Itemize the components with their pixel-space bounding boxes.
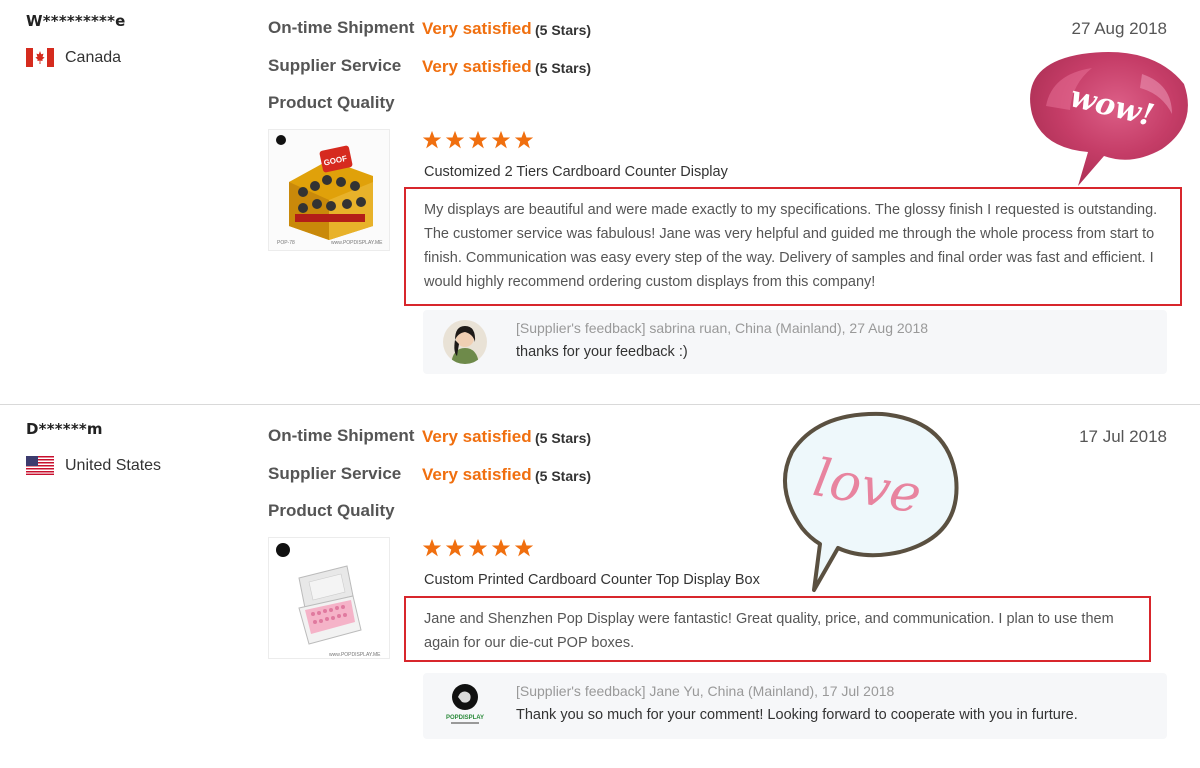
svg-text:www.POPDISPLAY.ME: www.POPDISPLAY.ME	[329, 652, 381, 658]
star-icon	[491, 130, 511, 149]
rating-stars-shipment: (5 Stars)	[535, 430, 592, 446]
rating-label-quality: Product Quality	[268, 501, 395, 520]
review-comment: Jane and Shenzhen Pop Display were fanta…	[404, 596, 1151, 662]
star-icon	[491, 538, 511, 557]
star-icon	[468, 130, 488, 149]
svg-text:www.POPDISPLAY.ME: www.POPDISPLAY.ME	[331, 240, 383, 246]
us-flag-icon	[26, 456, 54, 475]
rating-label-service: Supplier Service	[268, 56, 402, 75]
star-icon	[514, 538, 534, 557]
rating-label-shipment: On-time Shipment	[268, 426, 415, 445]
star-icon	[468, 538, 488, 557]
rating-value-service: Very satisfied	[422, 57, 532, 76]
wow-sticker: wow!	[1012, 44, 1194, 195]
product-name[interactable]: Customized 2 Tiers Cardboard Counter Dis…	[424, 164, 728, 180]
rating-label-quality: Product Quality	[268, 93, 395, 112]
feedback-meta: [Supplier's feedback] Jane Yu, China (Ma…	[516, 683, 895, 699]
buyer-country: Canada	[26, 48, 121, 67]
product-name[interactable]: Custom Printed Cardboard Counter Top Dis…	[424, 572, 760, 588]
rating-value-shipment: Very satisfied	[422, 427, 532, 446]
rating-stars-shipment: (5 Stars)	[535, 22, 592, 38]
star-icon	[445, 538, 465, 557]
review-comment: My displays are beautiful and were made …	[404, 187, 1182, 306]
rating-value-service: Very satisfied	[422, 465, 532, 484]
star-icon	[422, 538, 442, 557]
buyer-name: D******m	[26, 420, 103, 438]
review-divider	[0, 404, 1200, 405]
feedback-text: Thank you so much for your comment! Look…	[516, 707, 1078, 723]
rating-label-shipment: On-time Shipment	[268, 18, 415, 37]
rating-label-service: Supplier Service	[268, 464, 402, 483]
country-name: Canada	[65, 48, 122, 66]
star-icon	[445, 130, 465, 149]
love-sticker: love	[772, 408, 964, 599]
buyer-name: W*********e	[26, 12, 126, 30]
review-item: W*********e Canada On-time Shipment Very…	[0, 0, 1200, 404]
review-item: D******m United States On-time Shipment …	[0, 408, 1200, 768]
star-rating	[422, 130, 534, 150]
review-date: 27 Aug 2018	[1071, 19, 1167, 38]
svg-text:POPDISPLAY: POPDISPLAY	[446, 715, 484, 721]
feedback-meta: [Supplier's feedback] sabrina ruan, Chin…	[516, 320, 929, 336]
canada-flag-icon	[26, 48, 54, 67]
rating-value-shipment: Very satisfied	[422, 19, 532, 38]
review-date: 17 Jul 2018	[1079, 427, 1167, 446]
product-thumbnail[interactable]: www.POPDISPLAY.ME	[268, 537, 390, 659]
buyer-country: United States	[26, 456, 161, 475]
supplier-feedback: POPDISPLAY [Supplier's feedback] Jane Yu…	[423, 673, 1167, 739]
feedback-text: thanks for your feedback :)	[516, 344, 688, 360]
star-icon	[514, 130, 534, 149]
supplier-logo: POPDISPLAY	[443, 681, 487, 725]
supplier-avatar	[443, 320, 487, 364]
country-name: United States	[65, 456, 162, 474]
product-thumbnail[interactable]: GOOF POP-78 www.POPDISPLAY.ME	[268, 129, 390, 251]
supplier-feedback: [Supplier's feedback] sabrina ruan, Chin…	[423, 310, 1167, 374]
star-rating	[422, 538, 534, 558]
rating-stars-service: (5 Stars)	[535, 468, 592, 484]
star-icon	[422, 130, 442, 149]
rating-stars-service: (5 Stars)	[535, 60, 592, 76]
svg-text:POP-78: POP-78	[277, 240, 295, 246]
